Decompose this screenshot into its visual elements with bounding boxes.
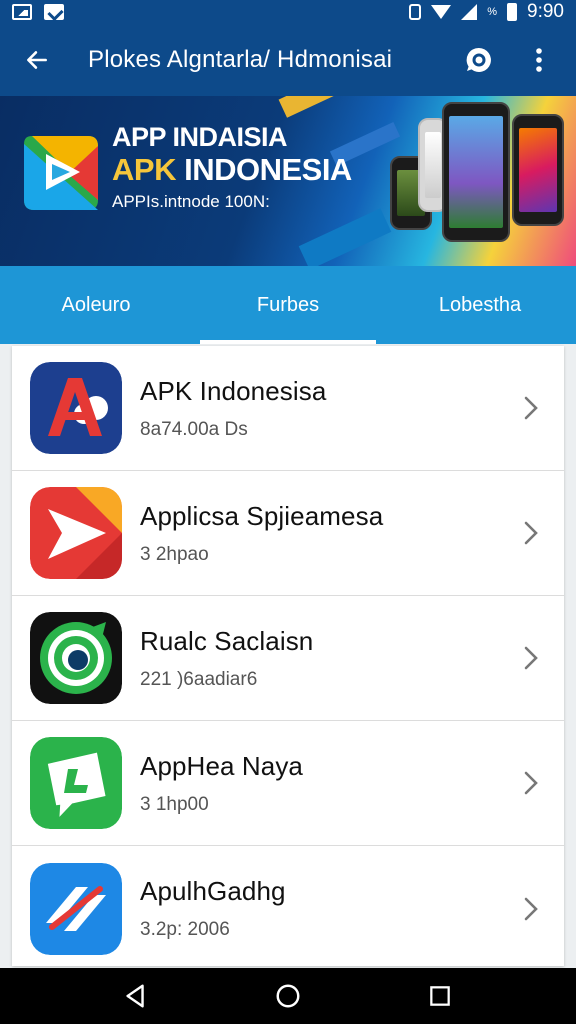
app-name: AppHea Naya: [140, 750, 303, 781]
vibrate-icon: [409, 4, 422, 20]
green-chat-logo-icon: [30, 737, 122, 829]
app-name: ApulhGadhg: [140, 876, 286, 906]
banner-brand-text: INDONESIA: [184, 152, 352, 187]
promo-banner[interactable]: APP INDAISIA APK INDONESIA APPIs.intnode…: [0, 96, 576, 266]
tab-label: Lobestha: [438, 293, 522, 316]
clock: 9:90: [527, 1, 564, 22]
screen: % 9:90 Plokes Algntarla/ Hdmonisai APP I…: [0, 0, 576, 1024]
more-vertical-icon: [536, 48, 542, 72]
download-notification-icon: [44, 4, 64, 20]
list-item[interactable]: ApulhGadhg 3.2p: 2006: [12, 846, 564, 971]
phone-illustration: [512, 114, 564, 226]
red-play-logo-icon: [30, 487, 122, 579]
decor-stripe: [298, 208, 392, 266]
search-chat-icon: [466, 47, 491, 72]
wifi-icon: [431, 5, 452, 19]
nav-back-button[interactable]: [116, 976, 156, 1016]
back-button[interactable]: [0, 24, 74, 96]
nav-home-button[interactable]: [268, 976, 308, 1016]
list-item[interactable]: Rualc Saclaisn 221 )6aadiar6: [12, 596, 564, 721]
list-item[interactable]: APK Indonesisa 8a74.00a Ds: [12, 346, 564, 471]
battery-percent: %: [487, 6, 498, 18]
tab-label: Furbes: [256, 293, 320, 316]
nav-recents-button[interactable]: [420, 976, 460, 1016]
blue-arrow-logo-icon: [30, 862, 122, 955]
tab-furbes[interactable]: Furbes: [192, 266, 384, 344]
tab-bar: Aoleuro Furbes Lobestha: [0, 266, 576, 344]
tab-lobestha[interactable]: Lobestha: [384, 266, 576, 344]
chevron-right-icon: [524, 771, 538, 795]
gallery-notification-icon: [12, 4, 32, 20]
search-button[interactable]: [464, 45, 494, 75]
app-list: APK Indonesisa 8a74.00a Ds Applicsa Spji…: [12, 346, 564, 966]
app-name: APK Indonesisa: [140, 375, 327, 406]
app-bar: Plokes Algntarla/ Hdmonisai: [0, 24, 576, 96]
overflow-menu-button[interactable]: [524, 45, 554, 75]
tab-aoleuro[interactable]: Aoleuro: [0, 266, 192, 344]
app-meta: 3.2p: 2006: [140, 919, 230, 940]
app-meta: 8a74.00a Ds: [140, 418, 248, 440]
app-meta: 3 2hpao: [140, 543, 209, 565]
list-item[interactable]: AppHea Naya 3 1hp00: [12, 721, 564, 846]
app-name: Rualc Saclaisn: [140, 625, 314, 656]
decor-stripe: [278, 96, 342, 118]
circle-home-icon: [276, 984, 300, 1008]
app-name: Applicsa Spjieamesa: [140, 500, 384, 531]
banner-headline: APP INDAISIA: [112, 122, 288, 152]
page-title: Plokes Algntarla/ Hdmonisai: [88, 46, 393, 73]
phone-illustration: [442, 102, 510, 242]
green-ring-logo-icon: [30, 612, 122, 704]
signal-icon: [461, 4, 478, 20]
chevron-right-icon: [524, 521, 538, 545]
chevron-right-icon: [524, 646, 538, 670]
system-nav-bar: [0, 968, 576, 1024]
battery-icon: [507, 3, 518, 21]
banner-brand: APK INDONESIA: [112, 152, 352, 188]
app-meta: 3 1hp00: [140, 793, 209, 815]
banner-brand-accent: APK: [112, 152, 176, 187]
arrow-left-icon: [27, 51, 47, 69]
list-item[interactable]: Applicsa Spjieamesa 3 2hpao: [12, 471, 564, 596]
square-recents-icon: [430, 986, 450, 1006]
tab-label: Aoleuro: [61, 293, 131, 316]
play-store-logo-icon: [24, 136, 98, 210]
triangle-back-icon: [126, 984, 144, 1008]
chevron-right-icon: [524, 396, 538, 420]
red-a-logo-icon: [30, 362, 122, 454]
chevron-right-icon: [524, 897, 538, 920]
app-meta: 221 )6aadiar6: [140, 668, 258, 690]
status-bar: % 9:90: [0, 0, 576, 24]
banner-subtitle: APPIs.intnode 100N:: [112, 192, 270, 211]
